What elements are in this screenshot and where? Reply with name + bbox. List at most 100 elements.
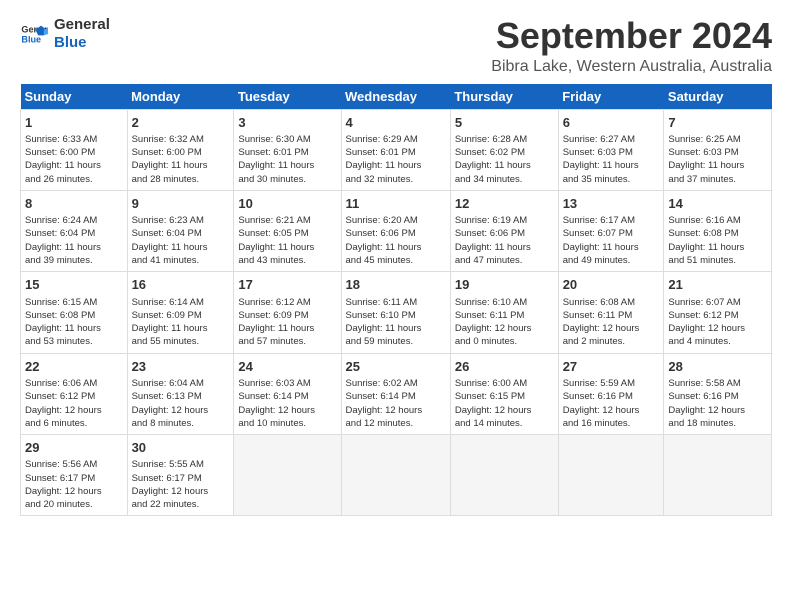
logo-text-general: General (54, 16, 110, 34)
day-info-line: Sunrise: 6:12 AM (238, 296, 336, 309)
day-info-line: Sunset: 6:01 PM (238, 146, 336, 159)
day-number: 3 (238, 114, 336, 132)
day-number: 17 (238, 276, 336, 294)
day-number: 27 (563, 358, 660, 376)
day-info-line: and 22 minutes. (132, 498, 230, 511)
weekday-saturday: Saturday (664, 84, 772, 110)
day-number: 23 (132, 358, 230, 376)
calendar-cell: 19Sunrise: 6:10 AMSunset: 6:11 PMDayligh… (450, 272, 558, 353)
day-info-line: and 49 minutes. (563, 254, 660, 267)
calendar-cell: 3Sunrise: 6:30 AMSunset: 6:01 PMDaylight… (234, 109, 341, 190)
day-info-line: Sunset: 6:02 PM (455, 146, 554, 159)
calendar-cell: 20Sunrise: 6:08 AMSunset: 6:11 PMDayligh… (558, 272, 664, 353)
calendar-cell: 8Sunrise: 6:24 AMSunset: 6:04 PMDaylight… (21, 190, 128, 271)
weekday-thursday: Thursday (450, 84, 558, 110)
day-info-line: Sunset: 6:00 PM (25, 146, 123, 159)
day-info-line: Sunrise: 6:15 AM (25, 296, 123, 309)
calendar-cell: 5Sunrise: 6:28 AMSunset: 6:02 PMDaylight… (450, 109, 558, 190)
day-info-line: Sunset: 6:15 PM (455, 390, 554, 403)
day-info-line: Daylight: 11 hours (455, 241, 554, 254)
weekday-header-row: SundayMondayTuesdayWednesdayThursdayFrid… (21, 84, 772, 110)
day-info-line: Sunrise: 6:11 AM (346, 296, 446, 309)
calendar-cell: 7Sunrise: 6:25 AMSunset: 6:03 PMDaylight… (664, 109, 772, 190)
day-info-line: Sunrise: 6:24 AM (25, 214, 123, 227)
day-info-line: Daylight: 12 hours (346, 404, 446, 417)
day-info-line: Sunrise: 5:58 AM (668, 377, 767, 390)
day-info-line: Daylight: 11 hours (25, 241, 123, 254)
calendar-cell: 16Sunrise: 6:14 AMSunset: 6:09 PMDayligh… (127, 272, 234, 353)
day-number: 5 (455, 114, 554, 132)
day-info-line: and 45 minutes. (346, 254, 446, 267)
day-info-line: Daylight: 11 hours (563, 241, 660, 254)
day-info-line: Sunset: 6:06 PM (455, 227, 554, 240)
day-info-line: and 2 minutes. (563, 335, 660, 348)
day-info-line: Daylight: 12 hours (563, 404, 660, 417)
day-info-line: Daylight: 11 hours (346, 322, 446, 335)
calendar-cell: 26Sunrise: 6:00 AMSunset: 6:15 PMDayligh… (450, 353, 558, 434)
day-number: 19 (455, 276, 554, 294)
day-info-line: Sunrise: 6:10 AM (455, 296, 554, 309)
day-info-line: Sunrise: 6:25 AM (668, 133, 767, 146)
day-info-line: Sunset: 6:12 PM (668, 309, 767, 322)
day-info-line: Sunrise: 6:17 AM (563, 214, 660, 227)
day-number: 2 (132, 114, 230, 132)
calendar-cell: 10Sunrise: 6:21 AMSunset: 6:05 PMDayligh… (234, 190, 341, 271)
calendar-table: SundayMondayTuesdayWednesdayThursdayFrid… (20, 84, 772, 517)
calendar-cell: 9Sunrise: 6:23 AMSunset: 6:04 PMDaylight… (127, 190, 234, 271)
day-info-line: and 28 minutes. (132, 173, 230, 186)
day-info-line: Sunrise: 6:20 AM (346, 214, 446, 227)
day-info-line: Daylight: 11 hours (238, 322, 336, 335)
day-info-line: Sunrise: 6:32 AM (132, 133, 230, 146)
calendar-cell: 17 Sunrise: 6:12 AMSunset: 6:09 PMDayligh… (234, 272, 341, 353)
day-info-line: Sunrise: 6:16 AM (668, 214, 767, 227)
day-info-line: Sunrise: 6:19 AM (455, 214, 554, 227)
day-info-line: and 34 minutes. (455, 173, 554, 186)
day-info-line: Daylight: 12 hours (238, 404, 336, 417)
day-info-line: and 0 minutes. (455, 335, 554, 348)
day-info-line: and 16 minutes. (563, 417, 660, 430)
day-info-line: Sunset: 6:03 PM (668, 146, 767, 159)
day-info-line: and 26 minutes. (25, 173, 123, 186)
calendar-cell (664, 435, 772, 516)
day-info-line: Sunrise: 5:55 AM (132, 458, 230, 471)
day-info-line: Sunset: 6:09 PM (238, 309, 336, 322)
day-info-line: Daylight: 12 hours (668, 322, 767, 335)
day-info-line: Daylight: 11 hours (25, 159, 123, 172)
calendar-cell: 14Sunrise: 6:16 AMSunset: 6:08 PMDayligh… (664, 190, 772, 271)
day-number: 28 (668, 358, 767, 376)
week-row-5: 29Sunrise: 5:56 AMSunset: 6:17 PMDayligh… (21, 435, 772, 516)
calendar-cell: 27Sunrise: 5:59 AMSunset: 6:16 PMDayligh… (558, 353, 664, 434)
day-info-line: and 32 minutes. (346, 173, 446, 186)
day-number: 7 (668, 114, 767, 132)
weekday-sunday: Sunday (21, 84, 128, 110)
day-info-line: Daylight: 12 hours (25, 485, 123, 498)
day-info-line: and 14 minutes. (455, 417, 554, 430)
day-number: 25 (346, 358, 446, 376)
day-info-line: Daylight: 11 hours (346, 159, 446, 172)
day-info-line: Sunset: 6:00 PM (132, 146, 230, 159)
week-row-4: 22Sunrise: 6:06 AMSunset: 6:12 PMDayligh… (21, 353, 772, 434)
day-info-line: Daylight: 11 hours (132, 241, 230, 254)
calendar-cell: 23Sunrise: 6:04 AMSunset: 6:13 PMDayligh… (127, 353, 234, 434)
calendar-cell (558, 435, 664, 516)
day-info-line: Sunrise: 6:28 AM (455, 133, 554, 146)
day-info-line: and 4 minutes. (668, 335, 767, 348)
day-info-line: and 8 minutes. (132, 417, 230, 430)
day-info-line: Daylight: 12 hours (668, 404, 767, 417)
day-info-line: Sunrise: 6:14 AM (132, 296, 230, 309)
day-number: 6 (563, 114, 660, 132)
weekday-monday: Monday (127, 84, 234, 110)
day-info-line: Sunset: 6:01 PM (346, 146, 446, 159)
day-info-line: Sunrise: 5:59 AM (563, 377, 660, 390)
day-info-line: Daylight: 11 hours (668, 241, 767, 254)
day-info-line: Sunset: 6:06 PM (346, 227, 446, 240)
day-info-line: Sunset: 6:17 PM (132, 472, 230, 485)
day-number: 26 (455, 358, 554, 376)
week-row-3: 15Sunrise: 6:15 AMSunset: 6:08 PMDayligh… (21, 272, 772, 353)
day-info-line: Daylight: 11 hours (455, 159, 554, 172)
day-number: 21 (668, 276, 767, 294)
calendar-cell: 24Sunrise: 6:03 AMSunset: 6:14 PMDayligh… (234, 353, 341, 434)
day-info-line: Sunset: 6:04 PM (132, 227, 230, 240)
day-info-line: Daylight: 11 hours (668, 159, 767, 172)
day-info-line: and 57 minutes. (238, 335, 336, 348)
